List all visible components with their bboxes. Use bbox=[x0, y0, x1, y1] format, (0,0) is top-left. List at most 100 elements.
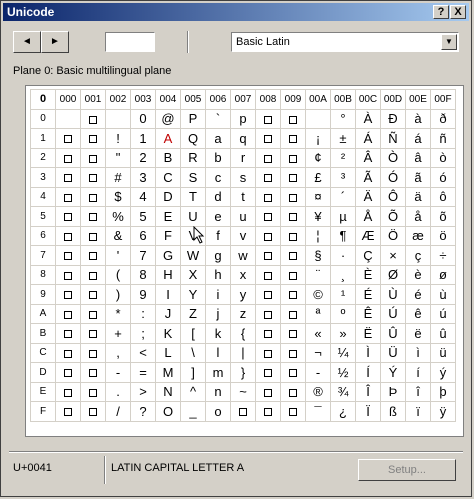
char-cell[interactable]: x bbox=[230, 264, 256, 285]
char-cell[interactable] bbox=[55, 147, 81, 168]
char-cell[interactable]: G bbox=[155, 245, 181, 266]
char-cell[interactable] bbox=[280, 303, 306, 324]
char-cell[interactable]: 4 bbox=[130, 186, 156, 207]
char-cell[interactable]: ö bbox=[430, 225, 456, 246]
char-cell[interactable] bbox=[80, 128, 106, 149]
char-cell[interactable]: M bbox=[155, 362, 181, 383]
char-cell[interactable]: | bbox=[230, 342, 256, 363]
char-cell[interactable] bbox=[255, 245, 281, 266]
char-cell[interactable] bbox=[255, 225, 281, 246]
char-cell[interactable] bbox=[255, 108, 281, 129]
char-cell[interactable]: ù bbox=[430, 284, 456, 305]
char-cell[interactable]: = bbox=[130, 362, 156, 383]
char-cell[interactable]: ¿ bbox=[330, 401, 356, 422]
char-cell[interactable]: Ø bbox=[380, 264, 406, 285]
char-cell[interactable]: ' bbox=[105, 245, 131, 266]
char-cell[interactable]: K bbox=[155, 323, 181, 344]
char-cell[interactable] bbox=[80, 245, 106, 266]
char-cell[interactable]: < bbox=[130, 342, 156, 363]
char-cell[interactable]: - bbox=[105, 362, 131, 383]
char-cell[interactable] bbox=[80, 108, 106, 129]
char-cell[interactable]: ¶ bbox=[330, 225, 356, 246]
char-cell[interactable]: 2 bbox=[130, 147, 156, 168]
char-cell[interactable] bbox=[280, 186, 306, 207]
char-cell[interactable]: E bbox=[155, 206, 181, 227]
char-cell[interactable] bbox=[255, 167, 281, 188]
char-cell[interactable]: ì bbox=[405, 342, 431, 363]
char-cell[interactable]: Ä bbox=[355, 186, 381, 207]
char-cell[interactable]: Ó bbox=[380, 167, 406, 188]
char-cell[interactable]: å bbox=[405, 206, 431, 227]
char-cell[interactable]: C bbox=[155, 167, 181, 188]
char-cell[interactable]: æ bbox=[405, 225, 431, 246]
char-cell[interactable] bbox=[55, 303, 81, 324]
char-cell[interactable] bbox=[255, 128, 281, 149]
char-cell[interactable]: ¤ bbox=[305, 186, 331, 207]
char-cell[interactable]: Î bbox=[355, 381, 381, 402]
char-cell[interactable] bbox=[280, 128, 306, 149]
char-cell[interactable]: þ bbox=[430, 381, 456, 402]
char-cell[interactable]: F bbox=[155, 225, 181, 246]
char-cell[interactable]: w bbox=[230, 245, 256, 266]
char-cell[interactable]: Ò bbox=[380, 147, 406, 168]
char-cell[interactable]: j bbox=[205, 303, 231, 324]
char-cell[interactable] bbox=[80, 225, 106, 246]
char-cell[interactable]: Þ bbox=[380, 381, 406, 402]
char-cell[interactable]: ô bbox=[430, 186, 456, 207]
char-cell[interactable]: 5 bbox=[130, 206, 156, 227]
char-cell[interactable] bbox=[255, 342, 281, 363]
char-cell[interactable] bbox=[280, 225, 306, 246]
char-cell[interactable] bbox=[80, 303, 106, 324]
char-cell[interactable]: ¸ bbox=[330, 264, 356, 285]
char-cell[interactable]: ç bbox=[405, 245, 431, 266]
char-cell[interactable]: g bbox=[205, 245, 231, 266]
char-cell[interactable]: à bbox=[405, 108, 431, 129]
char-cell[interactable]: Ï bbox=[355, 401, 381, 422]
char-cell[interactable]: t bbox=[230, 186, 256, 207]
char-cell[interactable]: Æ bbox=[355, 225, 381, 246]
char-cell[interactable]: ² bbox=[330, 147, 356, 168]
char-cell[interactable]: × bbox=[380, 245, 406, 266]
char-cell[interactable] bbox=[55, 186, 81, 207]
char-cell[interactable]: ñ bbox=[430, 128, 456, 149]
char-cell[interactable]: n bbox=[205, 381, 231, 402]
char-cell[interactable] bbox=[80, 401, 106, 422]
char-cell[interactable]: 9 bbox=[130, 284, 156, 305]
char-cell[interactable]: Ú bbox=[380, 303, 406, 324]
char-cell[interactable] bbox=[55, 206, 81, 227]
char-cell[interactable]: ë bbox=[405, 323, 431, 344]
char-cell[interactable]: f bbox=[205, 225, 231, 246]
char-cell[interactable]: á bbox=[405, 128, 431, 149]
char-cell[interactable]: ? bbox=[130, 401, 156, 422]
char-cell[interactable]: R bbox=[180, 147, 206, 168]
char-cell[interactable] bbox=[280, 284, 306, 305]
char-cell[interactable]: ¡ bbox=[305, 128, 331, 149]
char-cell[interactable]: â bbox=[405, 147, 431, 168]
char-cell[interactable]: d bbox=[205, 186, 231, 207]
char-cell[interactable] bbox=[55, 108, 81, 129]
char-cell[interactable] bbox=[55, 264, 81, 285]
char-cell[interactable]: ¹ bbox=[330, 284, 356, 305]
char-cell[interactable] bbox=[80, 186, 106, 207]
char-cell[interactable]: ) bbox=[105, 284, 131, 305]
char-cell[interactable] bbox=[280, 342, 306, 363]
char-cell[interactable]: Ç bbox=[355, 245, 381, 266]
char-cell[interactable]: Õ bbox=[380, 206, 406, 227]
dropdown-arrow-icon[interactable]: ▼ bbox=[441, 34, 457, 50]
char-cell[interactable]: c bbox=[205, 167, 231, 188]
char-cell[interactable] bbox=[280, 147, 306, 168]
char-cell[interactable]: ^ bbox=[180, 381, 206, 402]
char-cell[interactable]: µ bbox=[330, 206, 356, 227]
char-cell[interactable]: È bbox=[355, 264, 381, 285]
char-cell[interactable]: s bbox=[230, 167, 256, 188]
char-cell[interactable]: í bbox=[405, 362, 431, 383]
char-cell[interactable]: Ö bbox=[380, 225, 406, 246]
char-cell[interactable]: Y bbox=[180, 284, 206, 305]
char-cell[interactable]: P bbox=[180, 108, 206, 129]
char-cell[interactable] bbox=[55, 225, 81, 246]
char-cell[interactable] bbox=[280, 108, 306, 129]
char-cell[interactable] bbox=[80, 264, 106, 285]
char-cell[interactable]: Ü bbox=[380, 342, 406, 363]
char-cell[interactable] bbox=[280, 264, 306, 285]
char-cell[interactable]: D bbox=[155, 186, 181, 207]
